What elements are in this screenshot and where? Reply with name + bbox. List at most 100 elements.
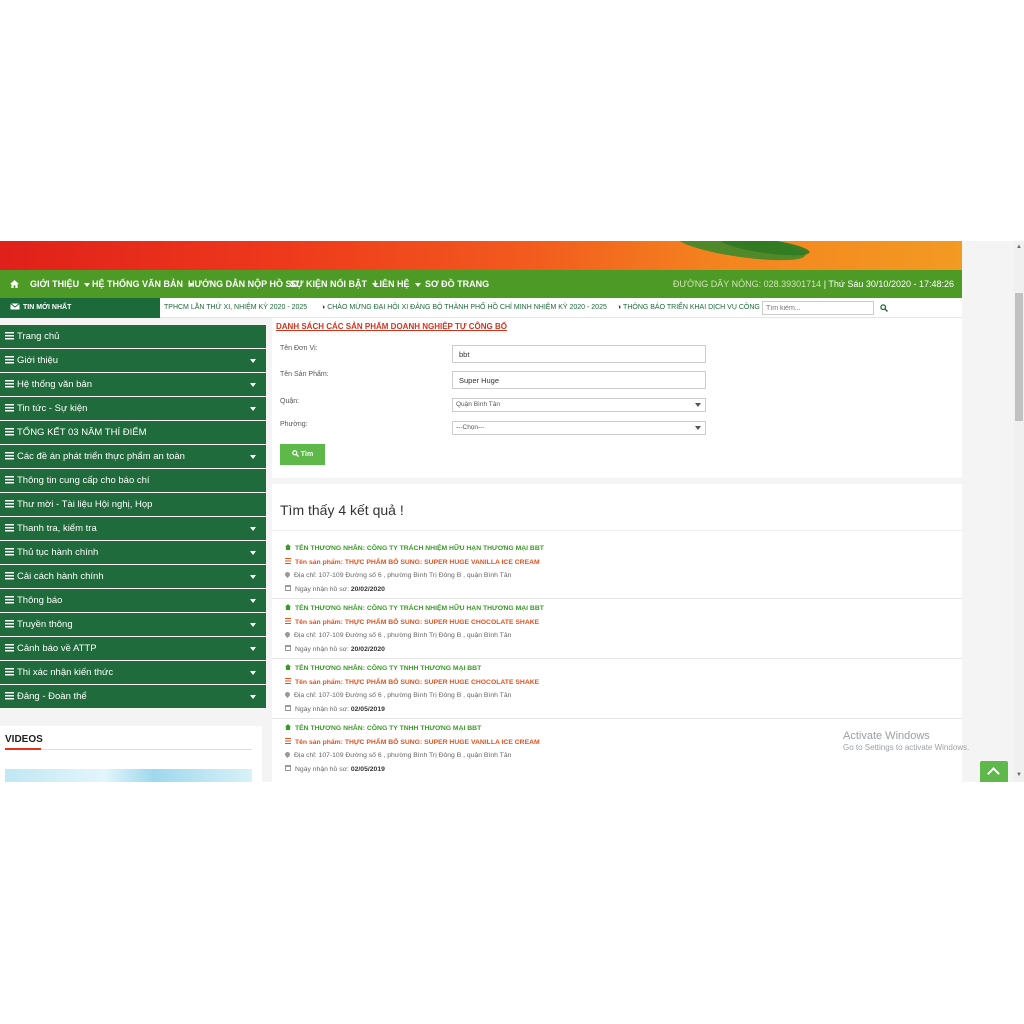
search-button[interactable]: Tìm (280, 444, 325, 465)
nav-label: SỰ KIỆN NỔI BẬT (290, 279, 367, 289)
search-icon[interactable] (880, 301, 892, 315)
sidebar-item-thong-tin-bao-chi[interactable]: Thông tin cung cấp cho báo chí (0, 469, 266, 492)
home-icon (285, 664, 291, 670)
sidebar-item-label: Trang chủ (17, 331, 60, 342)
result-item: TÊN THƯƠNG NHÂN: CÔNG TY TRÁCH NHIỆM HỮU… (272, 539, 962, 599)
sidebar-item-thong-bao[interactable]: Thông báo (0, 589, 266, 612)
sidebar-item-cai-cach-hanh-chinh[interactable]: Cải cách hành chính (0, 565, 266, 588)
videos-title: VIDEOS (5, 734, 43, 745)
envelope-icon (10, 303, 20, 310)
activate-title: Activate Windows (843, 730, 930, 742)
news-item-text: CHÀO MỪNG ĐẠI HỘI XI ĐẢNG BỘ THÀNH PHỐ H… (327, 304, 607, 311)
video-thumbnail[interactable] (5, 769, 252, 782)
back-to-top-button[interactable] (980, 761, 1008, 782)
unit-name-input[interactable] (452, 345, 706, 363)
sidebar-item-label: TỔNG KẾT 03 NĂM THÍ ĐIỂM (17, 427, 147, 438)
product-name-input[interactable] (452, 371, 706, 389)
nav-lien-he[interactable]: LIÊN HỆ (374, 270, 421, 298)
ward-select[interactable]: ---Chọn--- (452, 421, 706, 435)
search-input[interactable] (762, 301, 874, 315)
news-label-text: TIN MỚI NHẤT (23, 304, 72, 311)
news-item[interactable]: ◑ CHÀO MỪNG ĐẠI HỘI XI ĐẢNG BỘ THÀNH PHỐ… (321, 298, 607, 318)
merchant-name[interactable]: TÊN THƯƠNG NHÂN: CÔNG TY TNHH THƯƠNG MẠI… (285, 724, 481, 732)
address-text: Địa chỉ: 107-109 Đường số 6 , phường Bìn… (294, 572, 512, 579)
home-icon (285, 724, 291, 730)
main-navbar: GIỚI THIỆU HỆ THỐNG VĂN BẢN HƯỚNG DẪN NỘ… (0, 270, 962, 298)
sidebar-item-label: Tin tức - Sự kiện (17, 403, 88, 414)
address: Địa chỉ: 107-109 Đường số 6 , phường Bìn… (283, 750, 511, 759)
ward-label: Phường: (280, 421, 308, 428)
datetime-text: Thứ Sáu 30/10/2020 - 17:48:26 (828, 279, 954, 289)
product-name[interactable]: Tên sản phẩm: THỰC PHẨM BỔ SUNG: SUPER H… (285, 558, 540, 566)
merchant-text: TÊN THƯƠNG NHÂN: CÔNG TY TNHH THƯƠNG MẠI… (295, 725, 482, 732)
date-prefix: Ngày nhận hồ sơ: (295, 766, 349, 773)
list-icon (5, 332, 14, 340)
sidebar-item-truyen-thong[interactable]: Truyền thông (0, 613, 266, 636)
nav-label: GIỚI THIỆU (30, 279, 80, 289)
product-name[interactable]: Tên sản phẩm: THỰC PHẨM BỔ SUNG: SUPER H… (285, 678, 539, 686)
nav-he-thong-van-ban[interactable]: HỆ THỐNG VĂN BẢN (92, 270, 195, 298)
sidebar-item-trang-chu[interactable]: Trang chủ (0, 325, 266, 348)
nav-gioi-thieu[interactable]: GIỚI THIỆU (30, 270, 91, 298)
news-item[interactable]: ◑ THÔNG BÁO TRIỂN KHAI DỊCH VỤ CÔNG (617, 298, 760, 318)
news-item[interactable]: TPHCM LẦN THỨ XI, NHIỆM KỲ 2020 - 2025 (164, 298, 307, 318)
sidebar-item-thu-moi[interactable]: Thư mời - Tài liệu Hội nghị, Họp (0, 493, 266, 516)
sidebar-item-canh-bao-attp[interactable]: Cảnh báo về ATTP (0, 637, 266, 660)
merchant-text: TÊN THƯƠNG NHÂN: CÔNG TY TRÁCH NHIỆM HỮU… (295, 605, 544, 612)
sidebar-item-label: Thi xác nhận kiến thức (17, 667, 114, 678)
sidebar-item-tong-ket[interactable]: TỔNG KẾT 03 NĂM THÍ ĐIỂM (0, 421, 266, 444)
caret-down-icon (250, 383, 256, 387)
scroll-down-arrow-icon[interactable]: ▼ (1015, 771, 1023, 779)
search-icon (291, 450, 299, 458)
sidebar-item-thu-tuc-hanh-chinh[interactable]: Thủ tục hành chính (0, 541, 266, 564)
sidebar-item-thanh-tra[interactable]: Thanh tra, kiểm tra (0, 517, 266, 540)
district-label: Quận: (280, 398, 300, 405)
product-text: Tên sản phẩm: THỰC PHẨM BỔ SUNG: SUPER H… (295, 619, 540, 626)
list-icon (285, 558, 291, 564)
list-icon (5, 524, 14, 532)
date-value: 20/02/2020 (350, 586, 385, 593)
merchant-text: TÊN THƯƠNG NHÂN: CÔNG TY TNHH THƯƠNG MẠI… (295, 665, 482, 672)
caret-down-icon (250, 407, 256, 411)
sidebar-item-tin-tuc-su-kien[interactable]: Tin tức - Sự kiện (0, 397, 266, 420)
district-select[interactable]: Quận Bình Tân (452, 398, 706, 412)
news-item-text: THÔNG BÁO TRIỂN KHAI DỊCH VỤ CÔNG (623, 304, 760, 311)
received-date: Ngày nhận hồ sơ: 02/05/2019 (285, 765, 385, 773)
nav-label: HỆ THỐNG VĂN BẢN (92, 279, 184, 289)
scroll-up-arrow-icon[interactable]: ▲ (1015, 243, 1023, 251)
merchant-name[interactable]: TÊN THƯƠNG NHÂN: CÔNG TY TNHH THƯƠNG MẠI… (285, 664, 481, 672)
sidebar-item-label: Đảng - Đoàn thể (17, 691, 87, 702)
address: Địa chỉ: 107-109 Đường số 6 , phường Bìn… (283, 630, 511, 639)
product-text: Tên sản phẩm: THỰC PHẨM BỔ SUNG: SUPER H… (295, 739, 540, 746)
nav-label: HƯỚNG DẪN NỘP HỒ SƠ (188, 279, 300, 289)
merchant-name[interactable]: TÊN THƯƠNG NHÂN: CÔNG TY TRÁCH NHIỆM HỮU… (285, 544, 544, 552)
home-icon[interactable] (10, 270, 19, 298)
results-count: Tìm thấy 4 kết quả ! (280, 502, 404, 518)
divider (5, 749, 252, 750)
dropdown-arrow-icon (695, 426, 701, 430)
date-prefix: Ngày nhận hồ sơ: (295, 646, 349, 653)
product-name[interactable]: Tên sản phẩm: THỰC PHẨM BỔ SUNG: SUPER H… (285, 738, 540, 746)
nav-label: SƠ ĐỒ TRANG (425, 279, 490, 289)
sidebar-item-he-thong-van-ban[interactable]: Hệ thống văn bản (0, 373, 266, 396)
sidebar-item-gioi-thieu[interactable]: Giới thiệu (0, 349, 266, 372)
scroll-thumb[interactable] (1015, 293, 1023, 421)
vertical-scrollbar[interactable]: ▲ ▼ (1014, 241, 1024, 782)
result-item: TÊN THƯƠNG NHÂN: CÔNG TY TNHH THƯƠNG MẠI… (272, 659, 962, 719)
list-icon (5, 476, 14, 484)
nav-so-do-trang[interactable]: SƠ ĐỒ TRANG (425, 270, 489, 298)
sidebar-item-cac-de-an[interactable]: Các đề án phát triển thực phẩm an toàn (0, 445, 266, 468)
search-button-label: Tìm (300, 451, 314, 458)
product-name[interactable]: Tên sản phẩm: THỰC PHẨM BỔ SUNG: SUPER H… (285, 618, 539, 626)
sidebar-item-thi-xac-nhan[interactable]: Thi xác nhận kiến thức (0, 661, 266, 684)
nav-huong-dan-nop-ho-so[interactable]: HƯỚNG DẪN NỘP HỒ SƠ (188, 270, 299, 298)
list-icon (5, 692, 14, 700)
sidebar-item-label: Thư mời - Tài liệu Hội nghị, Họp (17, 499, 153, 510)
caret-down-icon (250, 575, 256, 579)
activate-subtitle: Go to Settings to activate Windows. (843, 743, 970, 752)
merchant-name[interactable]: TÊN THƯƠNG NHÂN: CÔNG TY TRÁCH NHIỆM HỮU… (285, 604, 544, 612)
nav-su-kien-noi-bat[interactable]: SỰ KIỆN NỔI BẬT (290, 270, 378, 298)
unit-label: Tên Đơn Vị: (280, 345, 318, 352)
sidebar-item-dang-doan-the[interactable]: Đảng - Đoàn thể (0, 685, 266, 708)
caret-down-icon (414, 282, 421, 287)
